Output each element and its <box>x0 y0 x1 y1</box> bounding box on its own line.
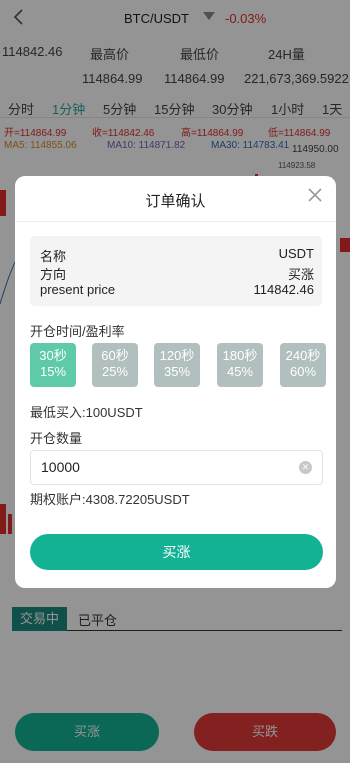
quantity-input[interactable]: 10000 ✕ <box>30 450 323 485</box>
period-option[interactable]: 240秒 60% <box>280 343 326 387</box>
info-row: 名称 USDT <box>40 246 314 264</box>
option-account-balance: 期权账户:4308.72205USDT <box>30 492 190 507</box>
info-row: present price 114842.46 <box>40 282 314 298</box>
period-option[interactable]: 60秒 25% <box>92 343 138 387</box>
option-rate: 15% <box>39 364 67 379</box>
period-options: 30秒 15% 60秒 25% 120秒 35% 180秒 45% 240秒 6… <box>30 343 326 387</box>
info-value: 买涨 <box>287 267 314 282</box>
period-option[interactable]: 120秒 35% <box>154 343 200 387</box>
option-rate: 35% <box>163 364 191 379</box>
quantity-value: 10000 <box>41 459 80 475</box>
period-option[interactable]: 180秒 45% <box>217 343 263 387</box>
quantity-label: 开仓数量 <box>30 431 83 446</box>
order-info: 名称 USDT 方向 买涨 present price 114842.46 <box>30 236 322 306</box>
option-time: 120秒 <box>159 348 195 363</box>
period-option-selected[interactable]: 30秒 15% <box>30 343 76 387</box>
option-time: 180秒 <box>222 348 258 363</box>
close-icon[interactable] <box>306 186 324 204</box>
option-rate: 25% <box>101 364 129 379</box>
divider <box>15 221 336 222</box>
clear-icon[interactable]: ✕ <box>299 461 312 474</box>
min-buy-text: 最低买入:100USDT <box>30 405 143 420</box>
info-key: 名称 <box>40 249 67 264</box>
info-row: 方向 买涨 <box>40 264 314 282</box>
option-rate: 60% <box>289 364 317 379</box>
order-confirm-dialog: 订单确认 名称 USDT 方向 买涨 present price 114842.… <box>15 176 336 588</box>
info-value: USDT <box>278 246 314 261</box>
option-rate: 45% <box>226 364 254 379</box>
info-value: 114842.46 <box>253 282 315 297</box>
confirm-buy-button[interactable]: 买涨 <box>30 534 323 570</box>
info-key: 方向 <box>40 267 67 282</box>
dialog-title: 订单确认 <box>145 193 206 210</box>
option-time: 240秒 <box>285 348 321 363</box>
period-rate-label: 开仓时间/盈利率 <box>30 324 125 339</box>
option-time: 60秒 <box>101 348 129 363</box>
info-key: present price <box>40 282 116 297</box>
option-time: 30秒 <box>39 348 67 363</box>
